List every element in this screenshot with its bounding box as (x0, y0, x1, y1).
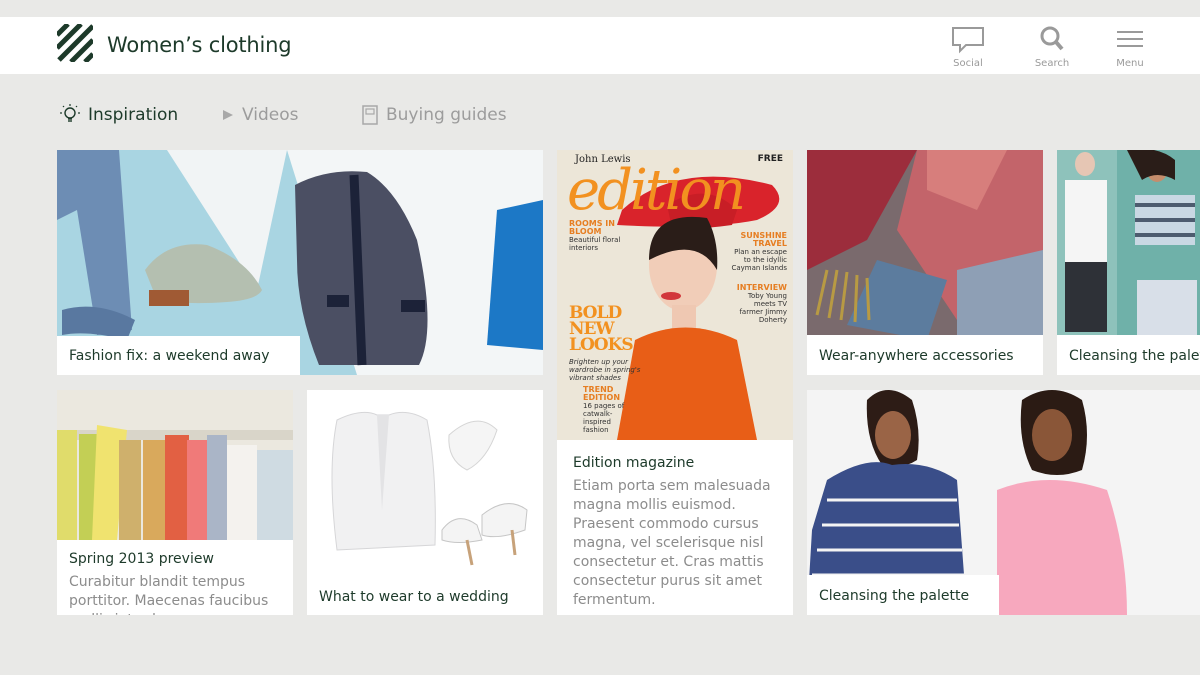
tile-wedding[interactable]: What to wear to a wedding (307, 390, 543, 615)
tab-inspiration[interactable]: Inspiration (60, 102, 178, 128)
magazine-trend-text: 16 pages of catwalk-inspired fashion (583, 402, 625, 434)
speech-bubble-icon (952, 27, 984, 54)
spring-preview-image (57, 390, 293, 540)
magazine-title: edition (567, 158, 746, 223)
tile-fashion-fix-title: Fashion fix: a weekend away (57, 336, 300, 375)
magazine-right-text-1: Plan an escape to the idyllic Cayman Isl… (731, 248, 787, 272)
search-button[interactable]: Search (1022, 25, 1082, 71)
magazine-right-blurb-1: SUNSHINE TRAVEL Plan an escape to the id… (729, 231, 787, 273)
magazine-cover-image: John Lewis FREE edition ROOMS IN BLOOM B… (557, 150, 793, 440)
wedding-outfit-image (307, 390, 543, 615)
tile-cleansing-palette-title: Cleansing the palette (807, 576, 999, 615)
magazine-right-blurb-2: INTERVIEW Toby Young meets TV farmer Jim… (729, 283, 787, 325)
tile-cleansing-palette-top-title: Cleansing the palette (1057, 336, 1200, 375)
tile-accessories-title: Wear-anywhere accessories (807, 336, 1043, 375)
tile-spring-preview[interactable]: Spring 2013 preview Curabitur blandit te… (57, 390, 293, 615)
magazine-bold-subtext: Brighten up your wardrobe in spring's vi… (569, 358, 641, 382)
tile-fashion-fix[interactable]: Fashion fix: a weekend away (57, 150, 543, 375)
tile-edition-magazine[interactable]: John Lewis FREE edition ROOMS IN BLOOM B… (557, 150, 793, 615)
magazine-left-text: Beautiful floral interiors (569, 236, 621, 252)
tile-edition-magazine-title: Edition magazine (561, 452, 789, 474)
tab-inspiration-label: Inspiration (88, 105, 179, 125)
tab-buying-guides[interactable]: Buying guides (362, 102, 507, 128)
app-title: Women’s clothing (107, 33, 292, 57)
tile-cleansing-palette[interactable]: Cleansing the palette (807, 390, 1200, 615)
play-icon (222, 109, 234, 121)
search-label: Search (1034, 58, 1070, 69)
magazine-right-heading-1: SUNSHINE TRAVEL (740, 231, 787, 248)
book-icon (362, 105, 378, 125)
menu-label: Menu (1116, 58, 1144, 69)
magazine-free-label: FREE (757, 154, 783, 164)
magazine-left-heading: ROOMS IN BLOOM (569, 219, 615, 236)
tile-accessories[interactable]: Wear-anywhere accessories (807, 150, 1043, 375)
tile-wedding-title: What to wear to a wedding (307, 586, 543, 608)
logo-icon (57, 24, 93, 62)
hamburger-icon (1117, 31, 1143, 47)
social-button[interactable]: Social (938, 25, 998, 71)
social-label: Social (953, 58, 983, 69)
tile-cleansing-palette-top[interactable]: Cleansing the palette (1057, 150, 1200, 375)
magnifier-icon (1040, 26, 1064, 51)
magazine-trend-heading: TREND EDITION (583, 385, 621, 402)
tab-buying-guides-label: Buying guides (386, 105, 507, 125)
app-header: Women’s clothing Social Search Menu (0, 17, 1200, 74)
lightbulb-icon (60, 104, 80, 126)
magazine-right-heading-2: INTERVIEW (736, 283, 787, 292)
tile-spring-preview-title: Spring 2013 preview (57, 548, 293, 570)
tab-videos-label: Videos (242, 105, 299, 125)
tile-edition-magazine-description: Etiam porta sem malesuada magna mollis e… (573, 478, 771, 608)
magazine-right-text-2: Toby Young meets TV farmer Jimmy Doherty (739, 292, 787, 324)
tab-videos[interactable]: Videos (222, 102, 299, 128)
menu-button[interactable]: Menu (1100, 25, 1160, 71)
magazine-trend-blurb: TREND EDITION 16 pages of catwalk-inspir… (583, 385, 637, 435)
magazine-bold-headline: BOLD NEW LOOKS (569, 303, 634, 355)
magazine-left-blurb: ROOMS IN BLOOM Beautiful floral interior… (569, 219, 624, 253)
tile-spring-preview-description: Curabitur blandit tempus porttitor. Maec… (69, 574, 269, 615)
